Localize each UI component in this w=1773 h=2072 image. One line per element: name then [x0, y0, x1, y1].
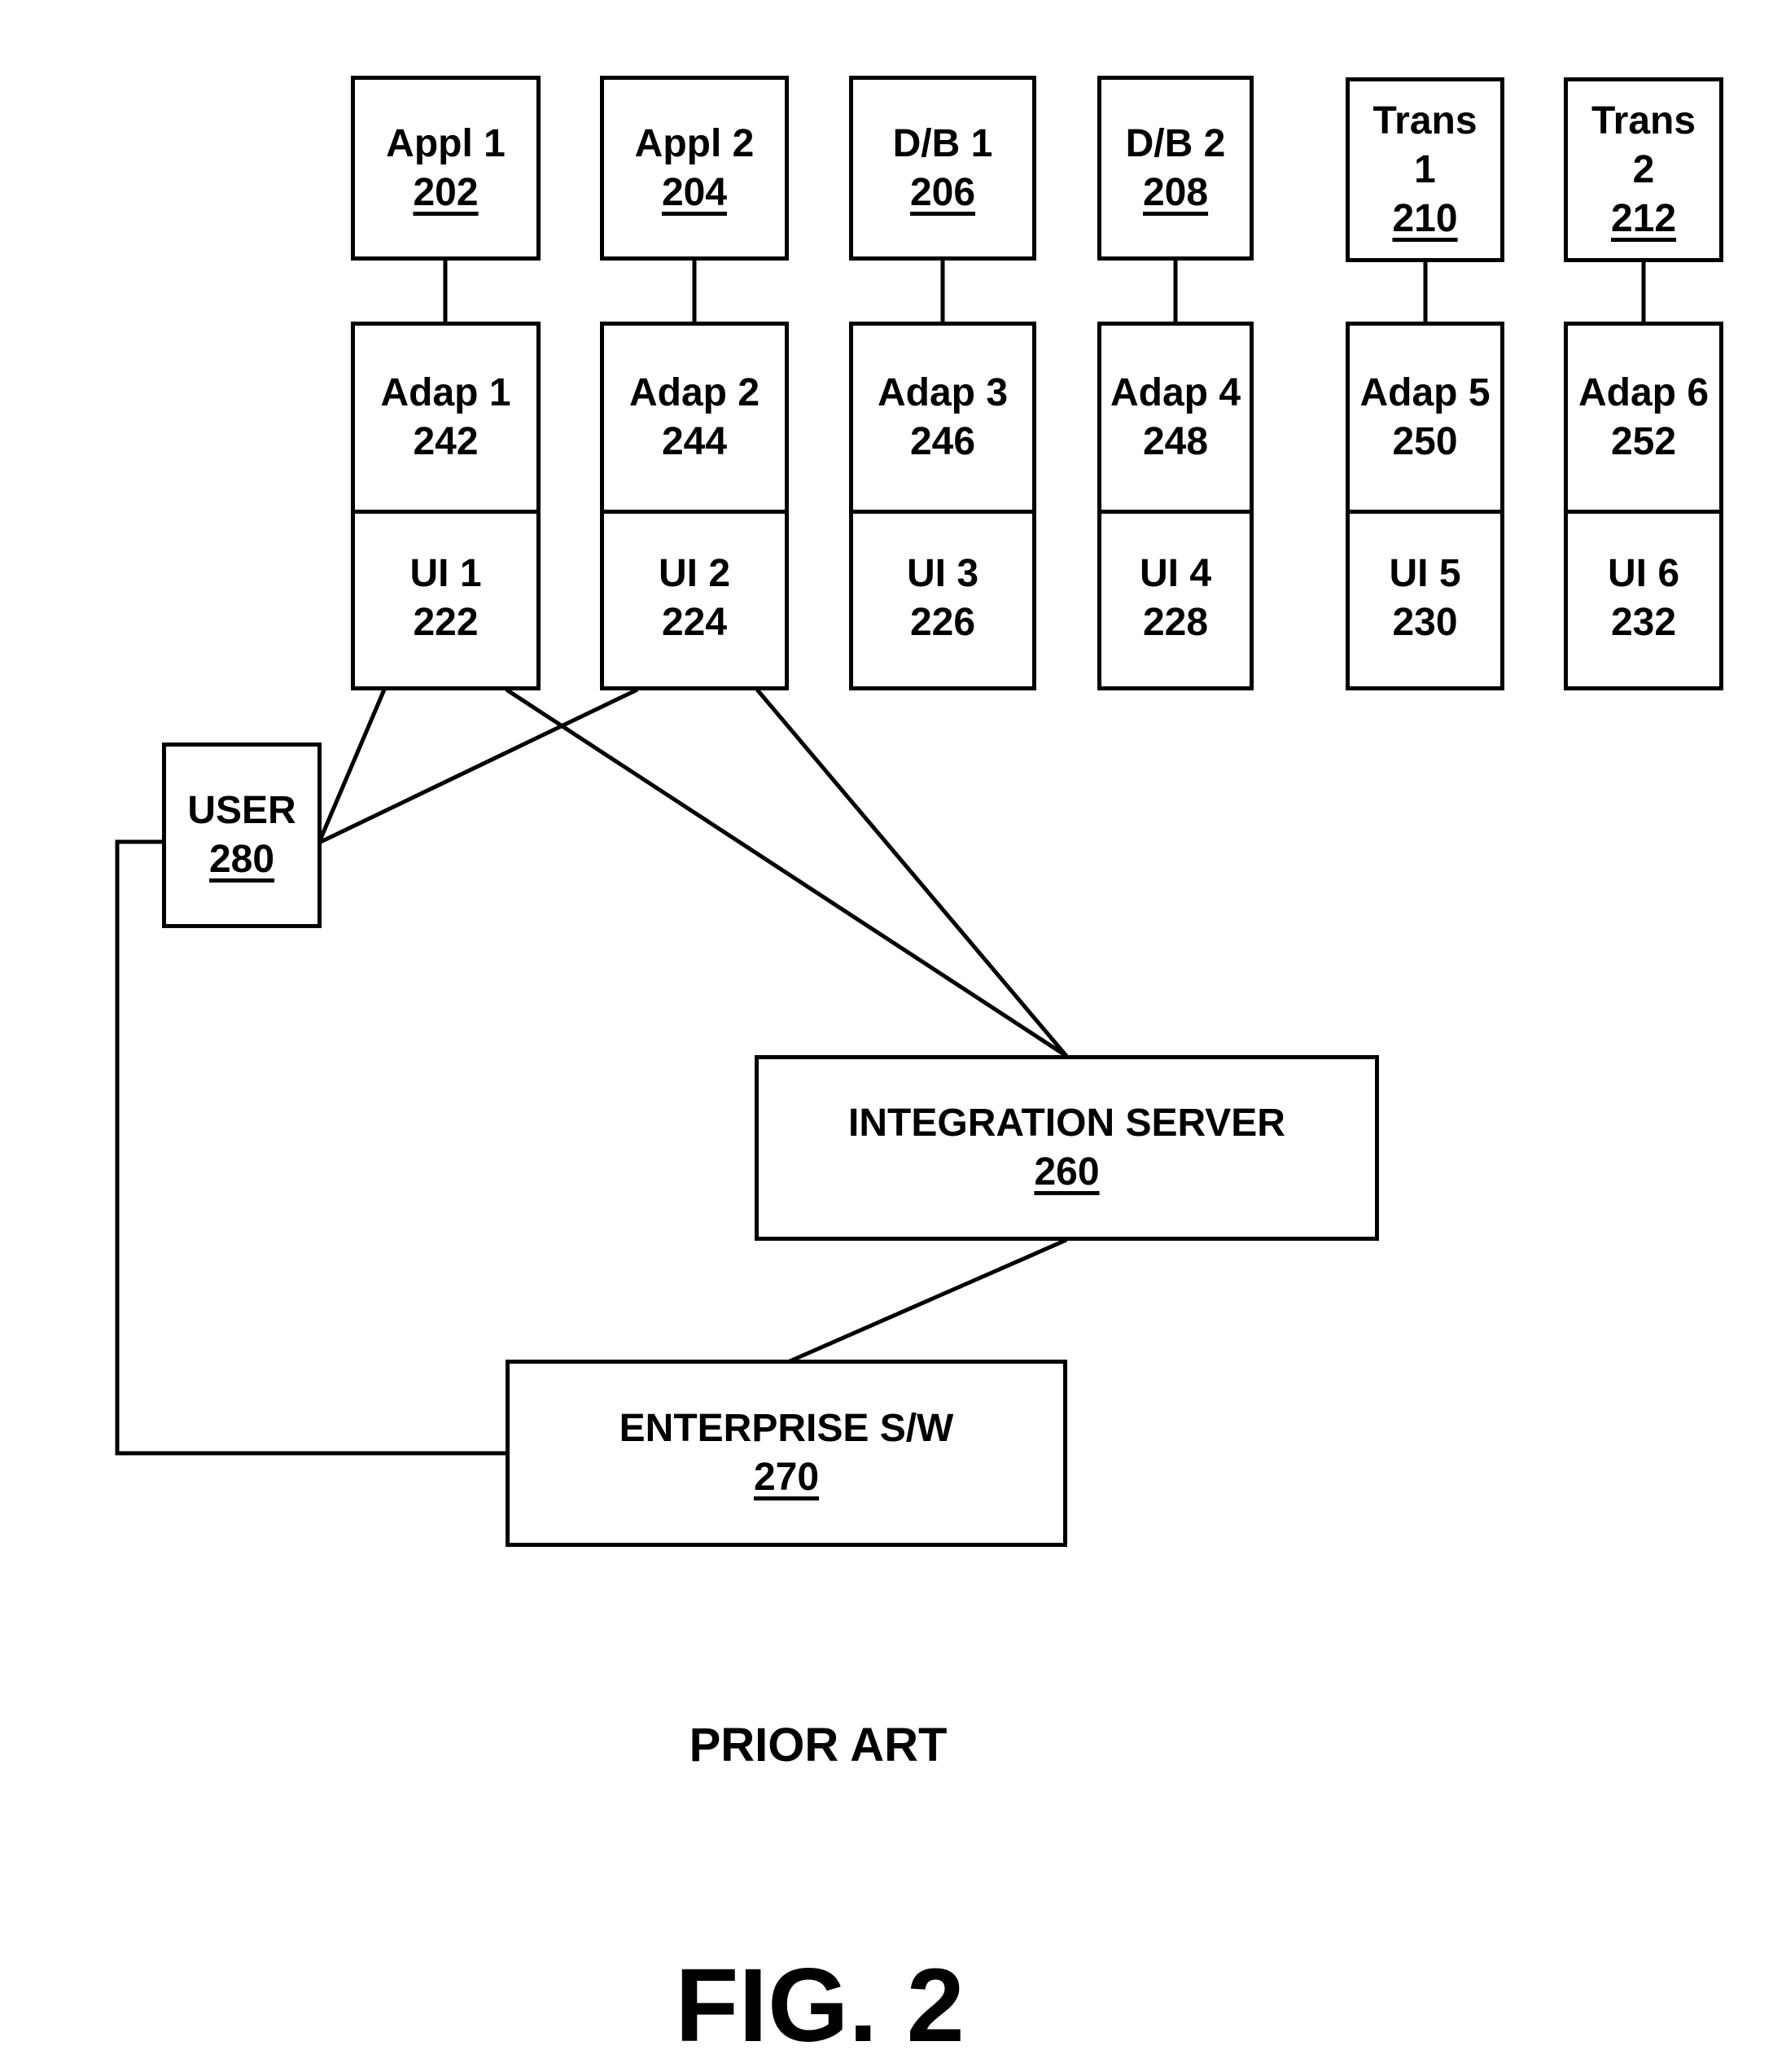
ui-3-cell: UI 3 226 — [853, 510, 1032, 686]
adapter-label: Adap 4 — [1110, 371, 1241, 414]
db-2-box: D/B 2 208 — [1097, 76, 1254, 261]
box-label: Trans — [1372, 99, 1478, 142]
ui-label: UI 4 — [1139, 551, 1212, 595]
adapter-ui-stack-3: Adap 3 246 UI 3 226 — [849, 322, 1036, 690]
ui-6-cell: UI 6 232 — [1568, 510, 1719, 686]
ref-number: 224 — [661, 600, 728, 644]
ui-label: UI 2 — [658, 551, 731, 595]
adapter-ui-stack-6: Adap 6 252 UI 6 232 — [1564, 322, 1723, 690]
adapter-ui-stack-2: Adap 2 244 UI 2 224 — [600, 322, 789, 690]
ref-number: 208 — [1142, 170, 1209, 214]
user-box: USER 280 — [162, 743, 322, 928]
ref-number: 212 — [1610, 196, 1677, 240]
connector-ui2-integration — [755, 688, 1068, 1058]
ui-label: UI 1 — [409, 551, 482, 595]
appl-1-box: Appl 1 202 — [351, 76, 541, 261]
box-label: D/B 1 — [892, 121, 993, 165]
ui-5-cell: UI 5 230 — [1350, 510, 1500, 686]
box-label-line-2: 1 — [1414, 147, 1436, 191]
ui-4-cell: UI 4 228 — [1101, 510, 1250, 686]
adapter-ui-stack-1: Adap 1 242 UI 1 222 — [351, 322, 541, 690]
ref-number: 280 — [208, 838, 275, 881]
ref-number: 230 — [1392, 600, 1458, 644]
box-label: Appl 2 — [634, 121, 755, 165]
adapter-1-cell: Adap 1 242 — [355, 326, 536, 514]
box-label: D/B 2 — [1125, 121, 1226, 165]
ref-number: 242 — [413, 420, 479, 463]
ui-1-cell: UI 1 222 — [355, 510, 536, 686]
ref-number: 232 — [1610, 600, 1677, 644]
db-1-box: D/B 1 206 — [849, 76, 1036, 261]
ref-number: 246 — [909, 420, 976, 463]
adapter-label: Adap 3 — [877, 371, 1009, 414]
adapter-label: Adap 2 — [628, 371, 760, 414]
adapter-3-cell: Adap 3 246 — [853, 326, 1032, 514]
ref-number: 260 — [1034, 1150, 1100, 1194]
adapter-label: Adap 5 — [1359, 371, 1491, 414]
enterprise-sw-label: ENTERPRISE S/W — [619, 1407, 954, 1450]
adapter-5-cell: Adap 5 250 — [1350, 326, 1500, 514]
ref-number: 210 — [1392, 196, 1458, 240]
figure-label: FIG. 2 — [675, 1947, 965, 2064]
ref-number: 252 — [1610, 420, 1677, 463]
adapter-label: Adap 6 — [1578, 371, 1710, 414]
appl-2-box: Appl 2 204 — [600, 76, 789, 261]
trans-1-box: Trans 1 210 — [1346, 77, 1504, 262]
adapter-6-cell: Adap 6 252 — [1568, 326, 1719, 514]
ref-number: 202 — [413, 170, 479, 214]
adapter-ui-stack-4: Adap 4 248 UI 4 228 — [1097, 322, 1254, 690]
adapter-2-cell: Adap 2 244 — [604, 326, 785, 514]
integration-server-label: INTEGRATION SERVER — [848, 1102, 1285, 1145]
box-label-line-2: 2 — [1632, 147, 1655, 191]
connector-integration-enterprise — [788, 1238, 1068, 1364]
adapter-ui-stack-5: Adap 5 250 UI 5 230 — [1346, 322, 1504, 690]
integration-server-box: INTEGRATION SERVER 260 — [755, 1055, 1379, 1241]
adapter-4-cell: Adap 4 248 — [1101, 326, 1250, 514]
ref-number: 270 — [753, 1456, 820, 1499]
prior-art-caption: PRIOR ART — [689, 1719, 948, 1772]
ref-number: 204 — [661, 170, 728, 214]
ref-number: 206 — [909, 170, 976, 214]
ui-label: UI 5 — [1389, 551, 1461, 595]
ui-label: UI 6 — [1607, 551, 1680, 595]
enterprise-sw-box: ENTERPRISE S/W 270 — [506, 1360, 1067, 1547]
box-label: Appl 1 — [386, 121, 506, 165]
ref-number: 228 — [1142, 600, 1209, 644]
ref-number: 226 — [909, 600, 976, 644]
box-label: Trans — [1591, 99, 1696, 142]
ref-number: 222 — [413, 600, 479, 644]
ui-label: UI 3 — [906, 551, 979, 595]
ref-number: 244 — [661, 420, 728, 463]
connector-user-enterprise — [115, 839, 507, 1456]
connector-ui1-integration — [505, 687, 1068, 1058]
ref-number: 248 — [1142, 420, 1209, 463]
adapter-label: Adap 1 — [380, 371, 511, 414]
ui-2-cell: UI 2 224 — [604, 510, 785, 686]
trans-2-box: Trans 2 212 — [1564, 77, 1723, 262]
ref-number: 250 — [1392, 420, 1458, 463]
connector-ui2-user — [319, 687, 639, 844]
user-label: USER — [187, 789, 296, 832]
